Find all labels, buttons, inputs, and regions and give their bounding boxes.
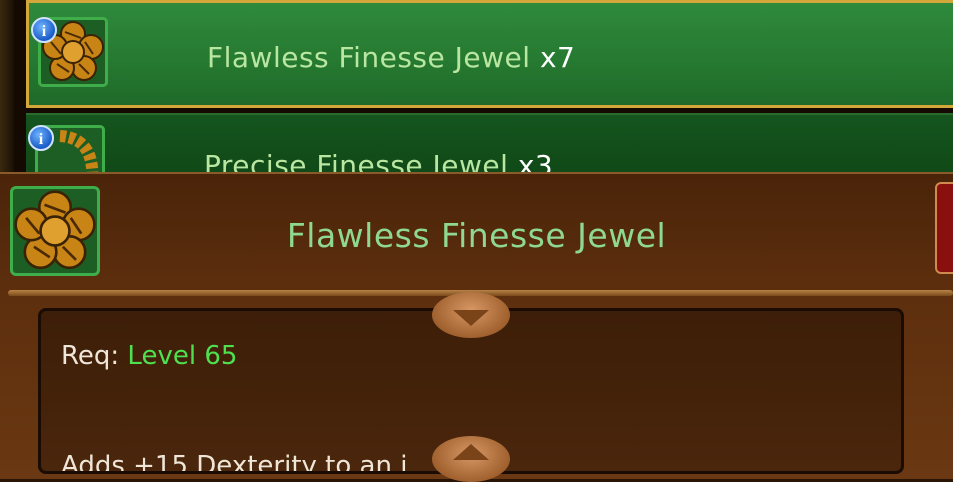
requirement-value: Level 65	[127, 341, 238, 371]
chevron-down-icon	[453, 310, 489, 326]
item-quantity: x7	[539, 41, 576, 74]
scroll-down-button[interactable]	[432, 292, 510, 338]
requirement-line: Req: Level 65	[61, 341, 237, 371]
list-item-flawless-finesse-jewel[interactable]: i Flawless Finesse Jewel x7	[26, 0, 953, 108]
close-button[interactable]	[935, 182, 953, 274]
list-left-frame	[0, 0, 14, 180]
effect-text: Adds +15 Dexterity to an i	[61, 451, 408, 474]
item-title: Flawless Finesse Jewel	[286, 216, 667, 255]
chevron-up-icon	[453, 444, 489, 460]
scroll-up-button[interactable]	[432, 436, 510, 482]
info-icon[interactable]: i	[31, 17, 57, 43]
item-detail-panel: Flawless Finesse Jewel Req: Level 65 Add…	[0, 172, 953, 482]
item-name-label: Flawless Finesse Jewel x7	[207, 41, 575, 74]
requirement-label: Req:	[61, 341, 128, 371]
inventory-list: i Flawless Finesse Jewel x7 i Precise Fi…	[0, 0, 953, 195]
info-icon[interactable]: i	[28, 125, 54, 151]
item-name: Flawless Finesse Jewel	[207, 41, 531, 74]
